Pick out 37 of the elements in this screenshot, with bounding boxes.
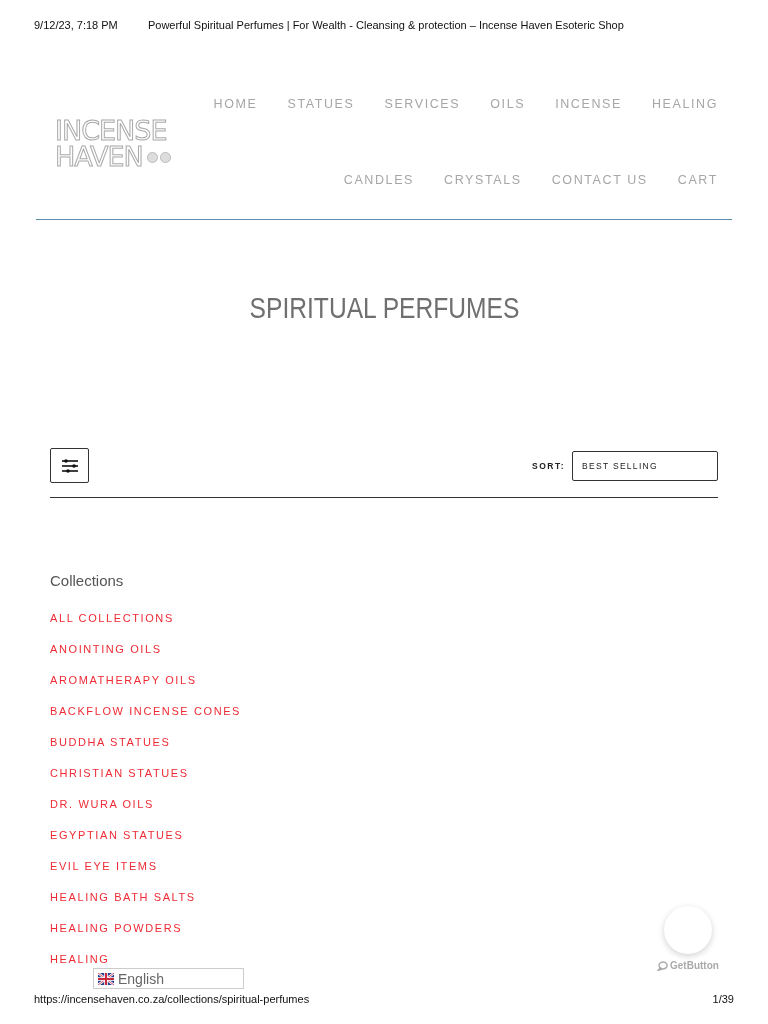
- collection-link[interactable]: DR. WURA OILS: [50, 798, 154, 810]
- flag-icon: [98, 972, 114, 985]
- nav-link[interactable]: STATUES: [287, 97, 355, 112]
- nav-link[interactable]: CONTACT US: [551, 173, 648, 188]
- print-url: https://incensehaven.co.za/collections/spiritual-perfumes: [34, 992, 310, 1006]
- nav-link[interactable]: CANDLES: [343, 173, 415, 188]
- page-title: SPIRITUAL PERFUMES: [249, 290, 519, 326]
- collection-link[interactable]: CHRISTIAN STATUES: [50, 767, 189, 779]
- nav-link[interactable]: INCENSE: [555, 97, 622, 112]
- nav-link[interactable]: HOME: [213, 97, 258, 112]
- print-page-number: 1/39: [712, 992, 734, 1006]
- collections-heading: Collections: [50, 572, 124, 590]
- collection-link[interactable]: BACKFLOW INCENSE CONES: [50, 705, 242, 717]
- sort-label: SORT:: [532, 460, 565, 471]
- print-date: 9/12/23, 7:18 PM: [34, 18, 118, 32]
- logo[interactable]: INCENSE HAVEN: [55, 118, 171, 170]
- nav-link[interactable]: SERVICES: [384, 97, 461, 112]
- chat-bubble-icon: [657, 960, 669, 971]
- collection-link[interactable]: EVIL EYE ITEMS: [50, 860, 158, 872]
- collection-link[interactable]: BUDDHA STATUES: [50, 736, 171, 748]
- sort-dropdown[interactable]: BEST SELLING: [572, 450, 718, 481]
- nav-link[interactable]: CART: [677, 173, 718, 188]
- collection-link[interactable]: HEALING BATH SALTS: [50, 891, 196, 903]
- print-page-title: Powerful Spiritual Perfumes | For Wealth - Cleansing & protection – Incense Haven Esoteric Shop: [146, 18, 625, 32]
- nav-link[interactable]: CRYSTALS: [444, 173, 522, 188]
- collection-link[interactable]: AROMATHERAPY OILS: [50, 674, 197, 686]
- collection-link[interactable]: ALL COLLECTIONS: [50, 612, 174, 624]
- sliders-icon: [60, 457, 79, 474]
- nav-link[interactable]: OILS: [490, 97, 526, 112]
- language-selector[interactable]: English: [93, 968, 244, 989]
- getbutton-label: GetButton: [670, 960, 719, 971]
- collection-link[interactable]: HEALING POWDERS: [50, 922, 183, 934]
- collection-link[interactable]: EGYPTIAN STATUES: [50, 829, 184, 841]
- nav-link[interactable]: HEALING: [651, 97, 718, 112]
- collection-link[interactable]: ANOINTING OILS: [50, 643, 162, 655]
- filter-button[interactable]: [50, 448, 89, 483]
- collection-link[interactable]: HEALING: [50, 953, 110, 965]
